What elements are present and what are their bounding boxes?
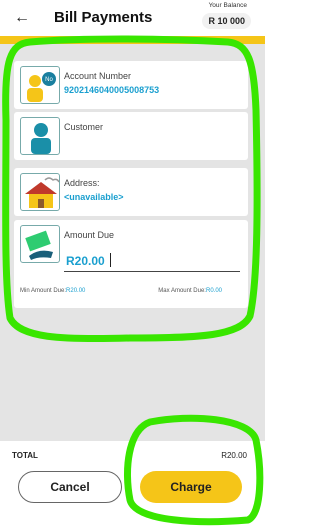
- cancel-button[interactable]: Cancel: [18, 471, 122, 503]
- app-header: ← Bill Payments Your Balance R 10 000: [0, 0, 265, 36]
- account-number-card: No Account Number 9202146040005008753: [14, 61, 248, 109]
- money-hand-icon: [20, 225, 60, 263]
- address-card: Address: <unavailable>: [14, 168, 248, 216]
- house-icon: [20, 173, 60, 211]
- account-number-label: Account Number: [64, 71, 132, 81]
- svg-text:No: No: [45, 77, 53, 83]
- page-title: Bill Payments: [54, 9, 153, 26]
- balance-value: R 10 000: [202, 13, 251, 29]
- amount-due-input[interactable]: R20.00: [64, 250, 240, 272]
- max-amount-value: R0.00: [205, 288, 222, 294]
- balance-label: Your Balance: [208, 2, 247, 9]
- account-number-value: 9202146040005008753: [64, 85, 160, 95]
- amount-due-value: R20.00: [66, 254, 105, 268]
- max-amount-label: Max Amount Due:: [158, 288, 206, 294]
- back-arrow-icon[interactable]: ←: [14, 8, 30, 28]
- charge-button[interactable]: Charge: [140, 471, 242, 503]
- address-label: Address:: [64, 178, 100, 188]
- min-amount-value: R20.00: [66, 288, 86, 294]
- bill-details-panel: No Account Number 9202146040005008753 Cu…: [0, 44, 265, 441]
- total-value: R20.00: [221, 451, 247, 460]
- person-id-icon: No: [20, 66, 60, 104]
- min-amount-label: Min Amount Due:: [20, 288, 67, 294]
- customer-card: Customer: [14, 112, 248, 160]
- person-icon: [20, 117, 60, 155]
- customer-label: Customer: [64, 122, 104, 132]
- amount-due-card: Amount Due R20.00 Min Amount Due:R20.00 …: [14, 220, 248, 308]
- address-value: <unavailable>: [64, 192, 124, 202]
- min-amount: Min Amount Due:R20.00: [20, 288, 85, 294]
- max-amount: Max Amount Due:R0.00: [158, 288, 222, 294]
- total-label: TOTAL: [12, 451, 38, 460]
- header-accent-bar: [0, 36, 265, 44]
- text-cursor: [110, 253, 111, 267]
- payment-footer: TOTAL R20.00 Cancel Charge: [0, 441, 265, 527]
- amount-due-label: Amount Due: [64, 230, 115, 240]
- amount-limits: Min Amount Due:R20.00 Max Amount Due:R0.…: [14, 288, 248, 302]
